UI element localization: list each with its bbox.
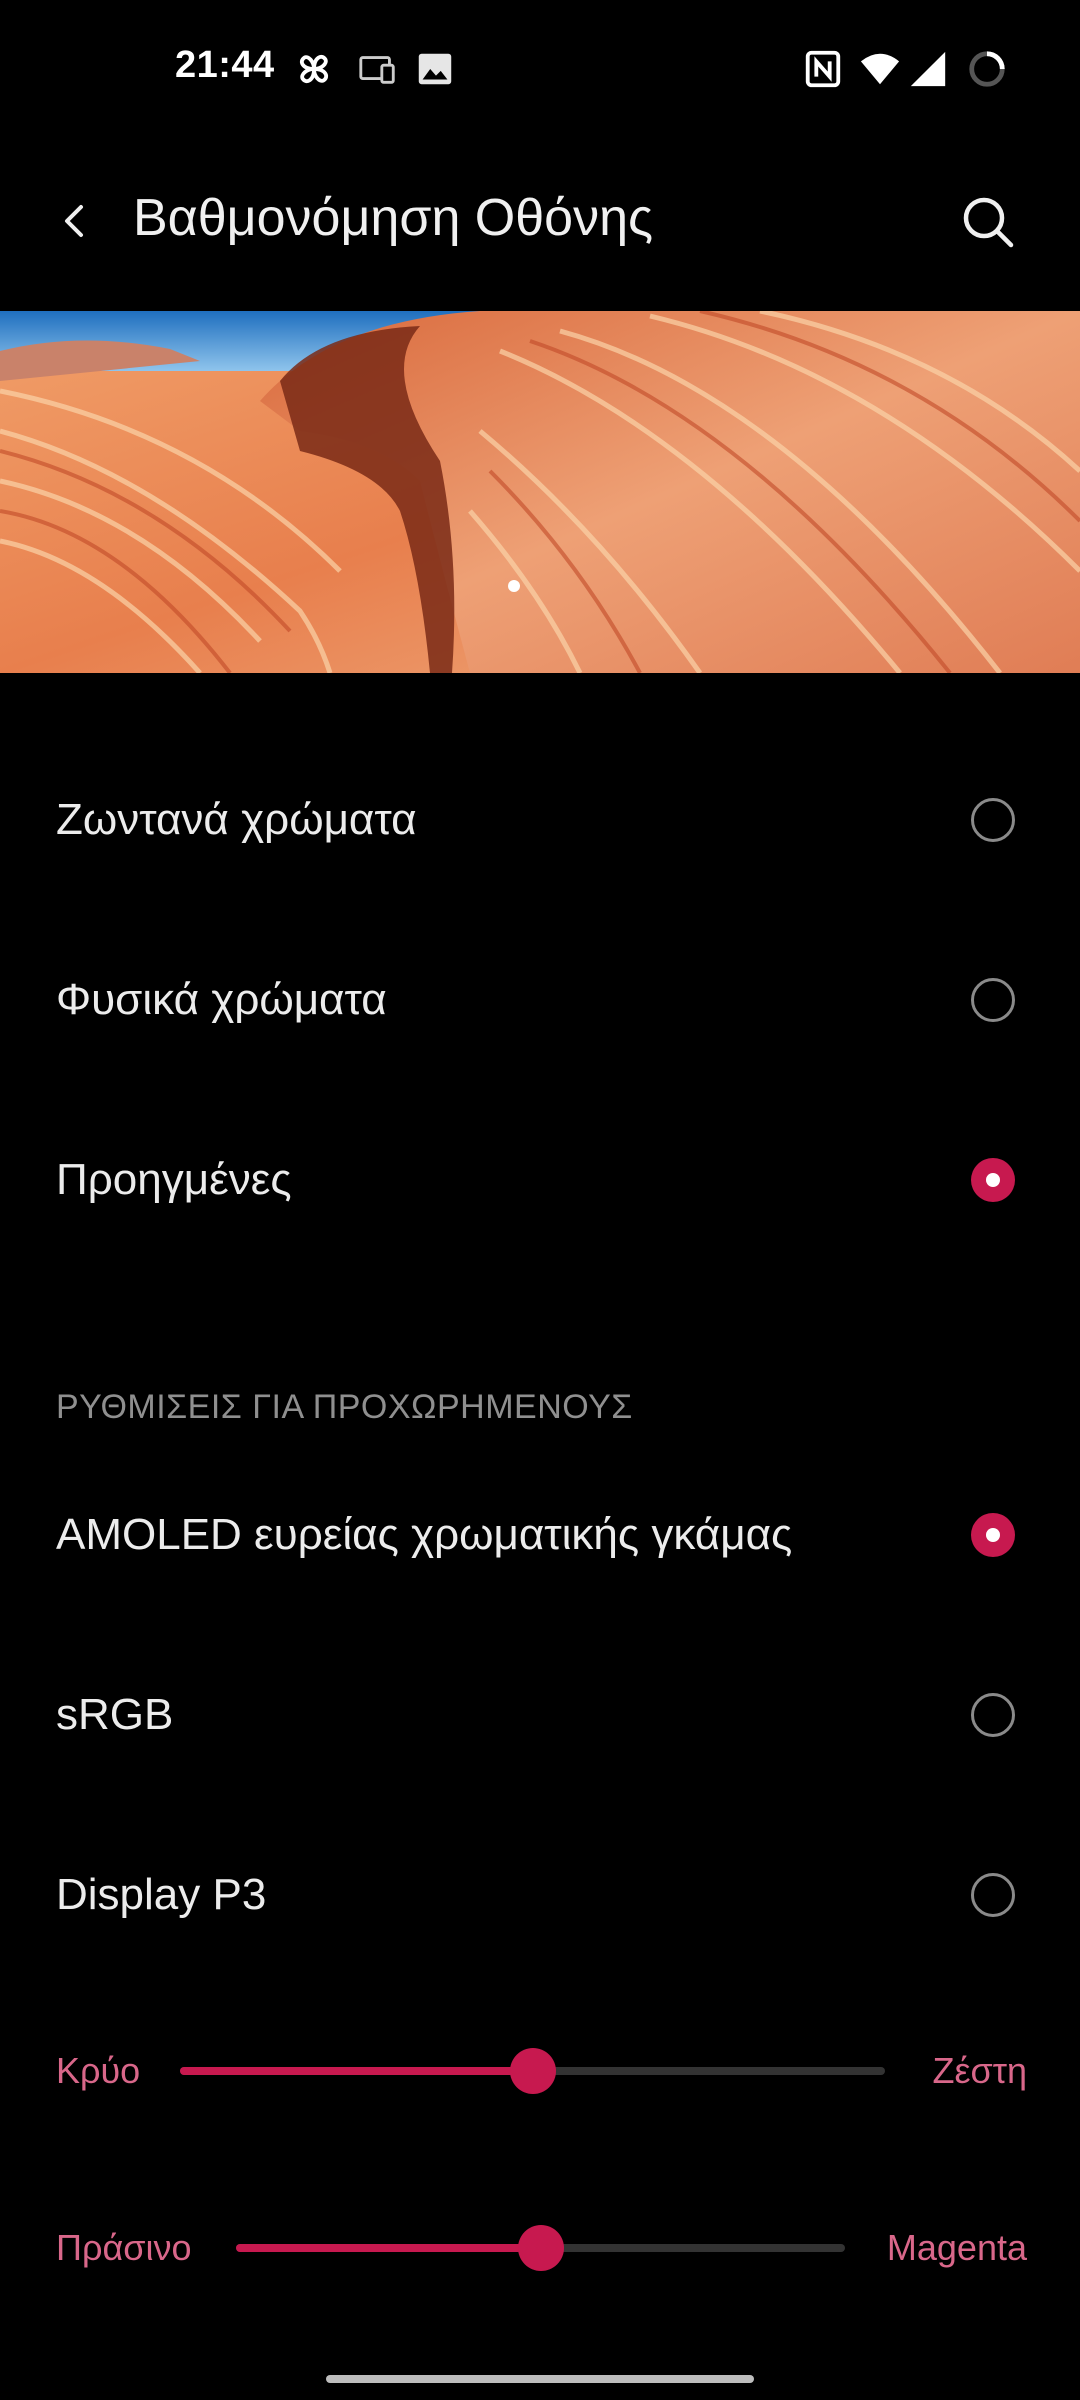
- search-icon: [963, 197, 1014, 248]
- cast-icon: [356, 48, 400, 90]
- slider-right-label: Ζέστη: [932, 2050, 1028, 2091]
- radio-button[interactable]: [971, 1873, 1015, 1917]
- slider-fill: [236, 2244, 541, 2252]
- page-title: Βαθμονόμηση Οθόνης: [133, 189, 654, 247]
- radio-button-selected[interactable]: [971, 1513, 1015, 1557]
- option-vivid-colors[interactable]: Ζωντανά χρώματα: [0, 745, 1080, 895]
- status-time: 21:44: [175, 44, 275, 86]
- radio-button-selected[interactable]: [971, 1158, 1015, 1202]
- slider-thumb[interactable]: [517, 2225, 564, 2271]
- slider-right-label: Magenta: [886, 2227, 1027, 2268]
- radio-button[interactable]: [971, 798, 1015, 842]
- wifi-icon: [858, 48, 902, 90]
- option-natural-colors[interactable]: Φυσικά χρώματα: [0, 925, 1080, 1075]
- section-header: ΡΥΘΜΙΣΕΙΣ ΓΙΑ ΠΡΟΧΩΡΗΜΕΝΟΥΣ: [56, 1388, 633, 1426]
- back-arrow-icon: [65, 205, 83, 237]
- tint-slider[interactable]: [236, 2225, 845, 2271]
- hero-image[interactable]: [0, 311, 1080, 673]
- color-temperature-slider-row: Κρύο Ζέστη: [0, 2026, 1080, 2116]
- gallery-icon: [413, 48, 457, 90]
- nfc-icon: [801, 48, 845, 90]
- slider-thumb[interactable]: [509, 2048, 556, 2094]
- radio-button[interactable]: [971, 978, 1015, 1022]
- option-display-p3[interactable]: Display P3: [0, 1820, 1080, 1970]
- slider-fill: [180, 2067, 533, 2075]
- option-label: Προηγμένες: [56, 1155, 292, 1204]
- tint-slider-row: Πράσινο Magenta: [0, 2203, 1080, 2293]
- app-bar: Βαθμονόμηση Οθόνης: [0, 150, 1080, 290]
- search-button[interactable]: [952, 186, 1024, 258]
- option-label: AMOLED ευρείας χρωματικής γκάμας: [56, 1510, 793, 1559]
- pager-dot: [508, 580, 520, 592]
- slider-left-label: Πράσινο: [56, 2227, 192, 2268]
- status-bar: 21:44: [0, 0, 1080, 136]
- option-label: Ζωντανά χρώματα: [56, 795, 417, 844]
- option-advanced[interactable]: Προηγμένες: [0, 1105, 1080, 1255]
- signal-icon: [906, 48, 950, 90]
- option-srgb[interactable]: sRGB: [0, 1640, 1080, 1790]
- battery-saver-icon: [965, 48, 1009, 90]
- slider-left-label: Κρύο: [56, 2050, 141, 2091]
- gesture-nav-handle[interactable]: [326, 2375, 754, 2383]
- option-label: sRGB: [56, 1690, 174, 1739]
- color-temperature-slider[interactable]: [180, 2048, 885, 2094]
- option-label: Φυσικά χρώματα: [56, 975, 387, 1024]
- option-label: Display P3: [56, 1870, 267, 1919]
- option-amoled-wide-gamut[interactable]: AMOLED ευρείας χρωματικής γκάμας: [0, 1460, 1080, 1610]
- sandstone-landscape-image: [0, 311, 1080, 673]
- pinwheel-icon: [292, 48, 336, 90]
- back-button[interactable]: [40, 186, 110, 256]
- radio-button[interactable]: [971, 1693, 1015, 1737]
